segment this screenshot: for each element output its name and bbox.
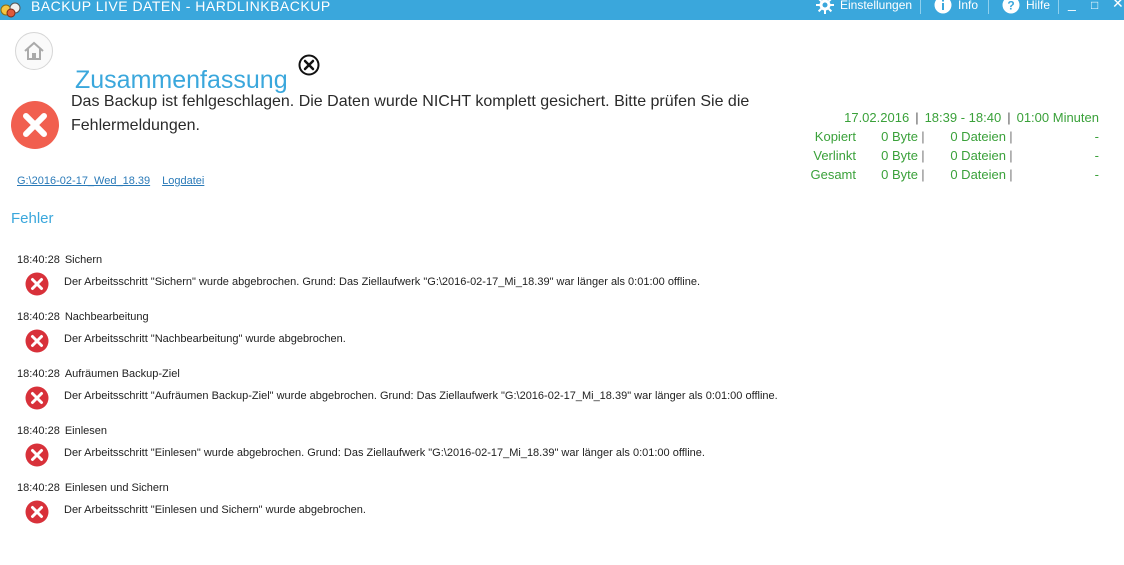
gear-icon[interactable]	[816, 0, 834, 14]
error-icon	[25, 329, 49, 353]
stats-label: Gesamt	[810, 167, 856, 182]
entry-message: Der Arbeitsschritt "Einlesen" wurde abge…	[64, 447, 705, 459]
info-menu[interactable]: Info	[958, 0, 978, 13]
divider	[988, 0, 989, 14]
stats-files: 0 Dateien	[950, 148, 1006, 163]
entry-message: Der Arbeitsschritt "Nachbearbeitung" wur…	[64, 333, 346, 345]
stats-label: Kopiert	[814, 129, 856, 144]
error-icon	[11, 101, 59, 149]
minimize-button[interactable]: _	[1068, 0, 1076, 11]
list-item: 18:40:28 Aufräumen Backup-Ziel Der Arbeit…	[17, 367, 1017, 424]
logfile-link[interactable]: Logdatei	[162, 175, 204, 187]
error-icon	[25, 443, 49, 467]
stats-duration: 01:00 Minuten	[1016, 110, 1099, 125]
help-menu[interactable]: Hilfe	[1026, 0, 1050, 13]
link-row: G:\2016-02-17_Wed_18.39 Logdatei	[17, 175, 204, 187]
entry-header: 18:40:28 Sichern	[17, 253, 102, 267]
entry-step: Nachbearbeitung	[64, 311, 149, 323]
entry-time: 18:40:28	[17, 425, 60, 437]
settings-menu[interactable]: Einstellungen	[840, 0, 912, 13]
error-icon	[25, 272, 49, 296]
entry-header: 18:40:28 Einlesen	[17, 424, 107, 438]
stats-row-total: Gesamt 0 Byte | 0 Dateien | -	[810, 165, 1099, 184]
stats-size: 0 Byte	[881, 129, 918, 144]
errors-section-title: Fehler	[11, 210, 54, 227]
stats-extra: -	[1094, 148, 1099, 163]
stats-size: 0 Byte	[881, 148, 918, 163]
help-icon[interactable]: ?	[1002, 0, 1020, 14]
stats-header: 17.02.2016 | 18:39 - 18:40 | 01:00 Minuten	[844, 110, 1099, 125]
divider	[1058, 0, 1059, 14]
home-button[interactable]	[15, 32, 53, 70]
divider	[920, 0, 921, 14]
entry-message: Der Arbeitsschritt "Einlesen und Sichern…	[64, 504, 366, 516]
stats-files: 0 Dateien	[950, 129, 1006, 144]
entry-message: Der Arbeitsschritt "Sichern" wurde abgeb…	[64, 276, 701, 288]
backup-folder-link[interactable]: G:\2016-02-17_Wed_18.39	[17, 175, 150, 187]
divider: |	[1009, 129, 1013, 144]
list-item: 18:40:28 Einlesen Der Arbeitsschritt "Ein…	[17, 424, 1017, 481]
status-message: Das Backup ist fehlgeschlagen. Die Daten…	[71, 93, 750, 134]
list-item: 18:40:28 Einlesen und Sichern Der Arbeits…	[17, 481, 1017, 538]
stats-date: 17.02.2016	[844, 110, 910, 125]
stats-extra: -	[1094, 167, 1099, 182]
divider: |	[1009, 167, 1013, 182]
list-item: 18:40:28 Sichern Der Arbeitsschritt "Sich…	[17, 253, 1017, 310]
list-item: 18:40:28 Nachbearbeitung Der Arbeitsschri…	[17, 310, 1017, 367]
entry-time: 18:40:28	[17, 311, 60, 323]
divider: |	[921, 129, 925, 144]
entry-step: Sichern	[64, 254, 103, 266]
entry-step: Einlesen	[64, 425, 108, 437]
stats-files: 0 Dateien	[950, 167, 1006, 182]
entry-header: 18:40:28 Einlesen und Sichern	[17, 481, 169, 495]
entry-step: Aufräumen Backup-Ziel	[64, 368, 180, 380]
title-bar: BACKUP LIVE DATEN - HARDLINKBACKUP Einst…	[0, 0, 1124, 20]
entry-message: Der Arbeitsschritt "Aufräumen Backup-Zie…	[64, 390, 778, 402]
stats-size: 0 Byte	[881, 167, 918, 182]
stats-extra: -	[1094, 129, 1099, 144]
svg-text:?: ?	[1007, 0, 1014, 13]
close-circle-icon[interactable]	[298, 54, 320, 76]
entry-time: 18:40:28	[17, 482, 60, 494]
window-title: BACKUP LIVE DATEN - HARDLINKBACKUP	[31, 0, 331, 14]
entry-time: 18:40:28	[17, 254, 60, 266]
divider: |	[921, 167, 925, 182]
app-logo-icon	[0, 2, 21, 18]
info-icon[interactable]	[934, 0, 952, 14]
stats-panel: 17.02.2016 | 18:39 - 18:40 | 01:00 Minuten K…	[810, 108, 1099, 184]
error-list: 18:40:28 Sichern Der Arbeitsschritt "Sich…	[17, 253, 1017, 538]
stats-time-range: 18:39 - 18:40	[924, 110, 1002, 125]
close-window-button[interactable]: ✕	[1112, 0, 1124, 11]
entry-time: 18:40:28	[17, 368, 60, 380]
stats-row-copied: Kopiert 0 Byte | 0 Dateien | -	[810, 127, 1099, 146]
stats-row-linked: Verlinkt 0 Byte | 0 Dateien | -	[810, 146, 1099, 165]
entry-header: 18:40:28 Aufräumen Backup-Ziel	[17, 367, 180, 381]
entry-step: Einlesen und Sichern	[64, 482, 169, 494]
error-icon	[25, 386, 49, 410]
maximize-button[interactable]: □	[1091, 0, 1098, 13]
home-icon	[24, 41, 44, 60]
stats-label: Verlinkt	[813, 148, 856, 163]
entry-header: 18:40:28 Nachbearbeitung	[17, 310, 149, 324]
error-icon	[25, 500, 49, 524]
divider: |	[1009, 148, 1013, 163]
divider: |	[921, 148, 925, 163]
